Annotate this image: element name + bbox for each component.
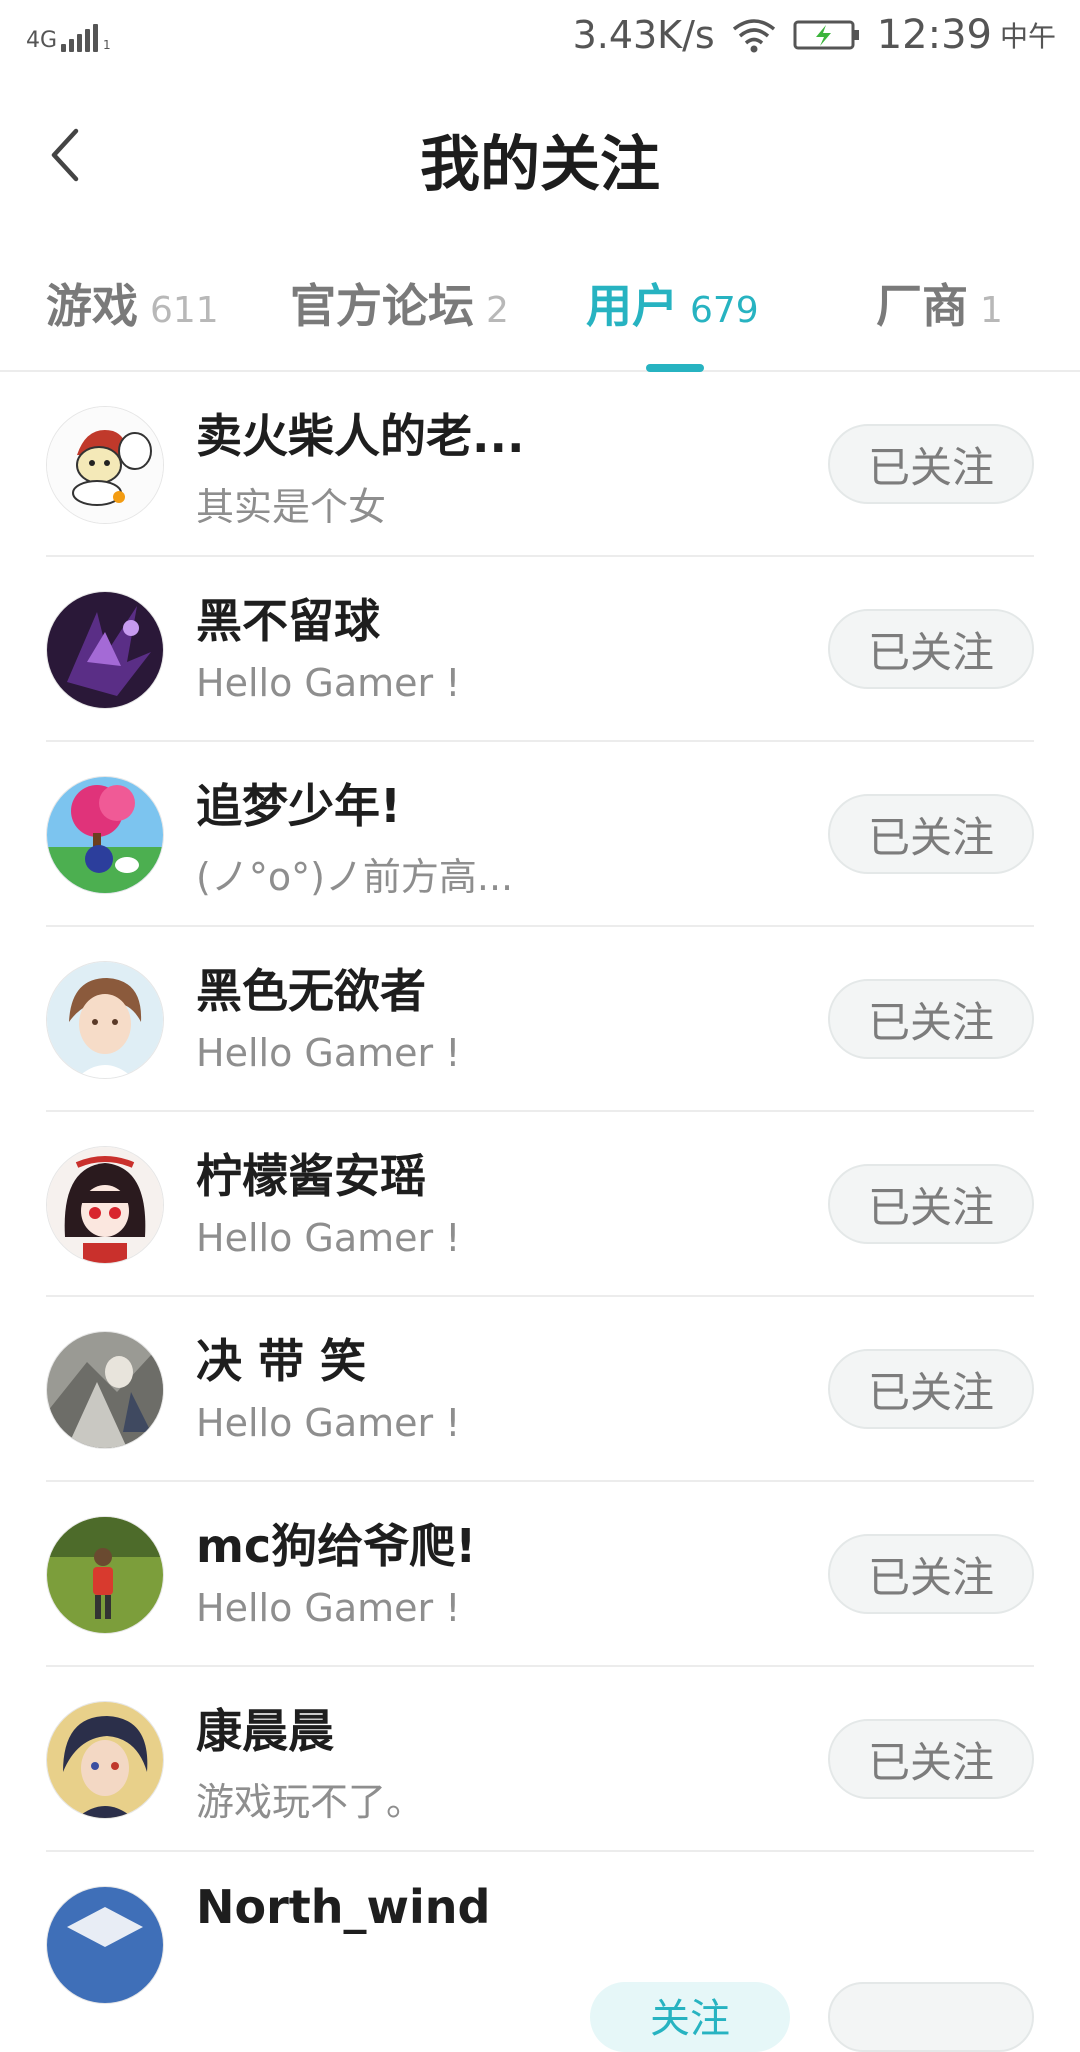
avatar[interactable] bbox=[46, 961, 164, 1079]
avatar[interactable] bbox=[46, 1516, 164, 1634]
active-tab-indicator bbox=[646, 364, 704, 372]
tab-count: 2 bbox=[486, 290, 509, 331]
user-signature: 游戏玩不了。 bbox=[196, 1780, 425, 1824]
status-right: 3.43K/s 12:39 中午 bbox=[573, 12, 1056, 58]
clock-period: 中午 bbox=[999, 20, 1056, 53]
tab-official-forum[interactable]: 官方论坛 2 bbox=[290, 270, 509, 350]
tab-label: 游戏 bbox=[46, 279, 138, 333]
following-list[interactable]: 卖火柴人的老... 其实是个女 已关注 黑不留球 Hello Gamer ! 已… bbox=[0, 372, 1080, 2052]
page-title: 我的关注 bbox=[420, 130, 660, 200]
list-item[interactable]: 柠檬酱安瑶 Hello Gamer ! 已关注 bbox=[0, 1112, 1080, 1297]
list-item[interactable]: 决 带 笑 Hello Gamer ! 已关注 bbox=[0, 1297, 1080, 1482]
user-signature: Hello Gamer ! bbox=[196, 661, 461, 705]
app-header: 我的关注 bbox=[0, 78, 1080, 228]
user-signature: Hello Gamer ! bbox=[196, 1031, 461, 1075]
list-item[interactable]: 黑色无欲者 Hello Gamer ! 已关注 bbox=[0, 927, 1080, 1112]
status-left: 4G 1 bbox=[26, 22, 111, 52]
followed-button[interactable]: 已关注 bbox=[828, 794, 1034, 874]
battery-charging-icon bbox=[793, 18, 861, 52]
user-signature: Hello Gamer ! bbox=[196, 1401, 461, 1445]
tab-label: 官方论坛 bbox=[290, 279, 474, 333]
user-name[interactable]: 决 带 笑 bbox=[196, 1325, 366, 1391]
user-signature: Hello Gamer ! bbox=[196, 1586, 461, 1630]
list-item[interactable]: 卖火柴人的老... 其实是个女 已关注 bbox=[0, 372, 1080, 557]
avatar[interactable] bbox=[46, 1146, 164, 1264]
follow-button[interactable]: 关注 bbox=[590, 1982, 790, 2052]
followed-button[interactable]: 已关注 bbox=[828, 1534, 1034, 1614]
user-signature: Hello Gamer ! bbox=[196, 1216, 461, 1260]
user-name[interactable]: 康晨晨 bbox=[196, 1695, 334, 1761]
user-name[interactable]: 黑不留球 bbox=[196, 585, 380, 651]
tab-users[interactable]: 用户 679 bbox=[586, 270, 759, 350]
followed-button[interactable]: 已关注 bbox=[828, 424, 1034, 504]
user-name[interactable]: 黑色无欲者 bbox=[196, 955, 426, 1021]
user-signature: (ノ°o°)ノ前方高... bbox=[196, 855, 514, 899]
list-item[interactable]: mc狗给爷爬! Hello Gamer ! 已关注 bbox=[0, 1482, 1080, 1667]
tab-games[interactable]: 游戏 611 bbox=[46, 270, 219, 350]
network-sub: 1 bbox=[103, 38, 111, 52]
list-item[interactable]: 追梦少年! (ノ°o°)ノ前方高... 已关注 bbox=[0, 742, 1080, 927]
tab-label: 用户 bbox=[586, 279, 678, 333]
list-item[interactable]: 黑不留球 Hello Gamer ! 已关注 bbox=[0, 557, 1080, 742]
avatar[interactable] bbox=[46, 406, 164, 524]
avatar[interactable] bbox=[46, 1701, 164, 1819]
more-button[interactable] bbox=[828, 1982, 1034, 2052]
wifi-icon bbox=[731, 17, 777, 53]
tab-vendors[interactable]: 厂商 1 bbox=[876, 270, 1003, 350]
avatar[interactable] bbox=[46, 1331, 164, 1449]
avatar[interactable] bbox=[46, 591, 164, 709]
user-name[interactable]: mc狗给爷爬! bbox=[196, 1510, 476, 1576]
tab-count: 679 bbox=[690, 290, 759, 331]
clock: 12:39 bbox=[876, 12, 992, 58]
signal-icon bbox=[61, 22, 99, 52]
user-name[interactable]: 追梦少年! bbox=[196, 770, 401, 836]
followed-button[interactable]: 已关注 bbox=[828, 1719, 1034, 1799]
tab-bar: 游戏 611 官方论坛 2 用户 679 厂商 1 bbox=[0, 260, 1080, 372]
list-item[interactable]: 康晨晨 游戏玩不了。 已关注 bbox=[0, 1667, 1080, 1852]
status-bar: 4G 1 3.43K/s 12:39 中午 bbox=[0, 0, 1080, 78]
user-name[interactable]: 柠檬酱安瑶 bbox=[196, 1140, 426, 1206]
followed-button[interactable]: 已关注 bbox=[828, 979, 1034, 1059]
user-name[interactable]: North_wind bbox=[196, 1880, 490, 1934]
avatar[interactable] bbox=[46, 776, 164, 894]
network-speed: 3.43K/s bbox=[572, 13, 715, 57]
avatar[interactable] bbox=[46, 1886, 164, 2004]
followed-button[interactable]: 已关注 bbox=[828, 609, 1034, 689]
network-type: 4G bbox=[26, 28, 58, 53]
tab-count: 1 bbox=[980, 290, 1003, 331]
user-name[interactable]: 卖火柴人的老... bbox=[196, 400, 524, 466]
followed-button[interactable]: 已关注 bbox=[828, 1349, 1034, 1429]
tab-label: 厂商 bbox=[876, 279, 968, 333]
followed-button[interactable]: 已关注 bbox=[828, 1164, 1034, 1244]
user-signature: 其实是个女 bbox=[196, 485, 387, 529]
tab-count: 611 bbox=[150, 290, 219, 331]
list-item[interactable]: North_wind 关注 bbox=[0, 1852, 1080, 2052]
